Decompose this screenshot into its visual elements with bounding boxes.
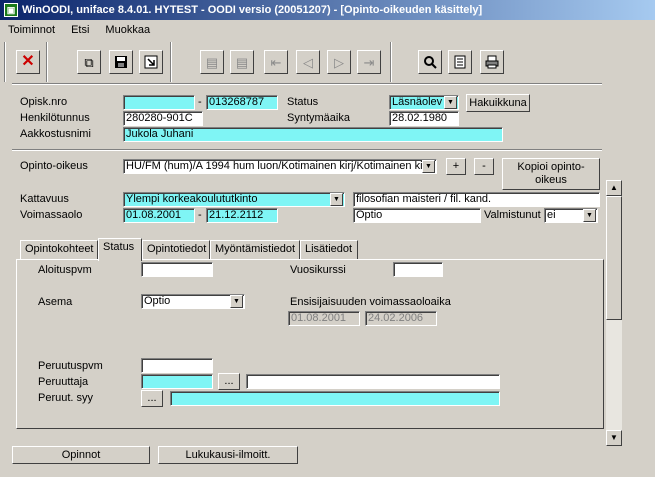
- voimassaolo-from-field[interactable]: 01.08.2001: [123, 208, 195, 223]
- print-icon[interactable]: [480, 50, 504, 74]
- remove-oikeus-button[interactable]: -: [474, 158, 494, 175]
- opisk-nro-separator: -: [198, 96, 202, 108]
- ensisijaisuus-from-field: 01.08.2001: [288, 311, 360, 326]
- divider: [12, 83, 602, 85]
- valmistunut-label: Valmistunut: [484, 209, 541, 221]
- divider: [12, 149, 602, 151]
- tab-opintotiedot[interactable]: Opintotiedot: [142, 240, 210, 260]
- vuosikurssi-field[interactable]: [393, 262, 443, 277]
- tab-lisatiedot[interactable]: Lisätiedot: [300, 240, 358, 260]
- peruuttaja-field[interactable]: [141, 374, 213, 389]
- vuosikurssi-label: Vuosikurssi: [290, 264, 346, 276]
- peruuttaja-name-field: [246, 374, 500, 389]
- chevron-down-icon[interactable]: ▼: [230, 295, 243, 308]
- add-oikeus-button[interactable]: +: [446, 158, 466, 175]
- search-icon[interactable]: [418, 50, 442, 74]
- last-icon[interactable]: ⇥: [357, 50, 381, 74]
- toolbar-separator: [170, 42, 172, 82]
- title-bar: ▣ WinOODI, uniface 8.4.01. HYTEST - OODI…: [0, 0, 655, 20]
- ensisijaisuus-to-field: 24.02.2006: [365, 311, 437, 326]
- exit-icon[interactable]: [139, 50, 163, 74]
- window-title: WinOODI, uniface 8.4.01. HYTEST - OODI v…: [22, 4, 483, 16]
- voimassaolo-label: Voimassaolo: [20, 209, 83, 221]
- add-icon[interactable]: ▤: [200, 50, 224, 74]
- tab-status[interactable]: Status: [98, 238, 142, 261]
- asema-label: Asema: [38, 296, 73, 308]
- first-icon[interactable]: ⇤: [264, 50, 288, 74]
- peruutuspvm-field[interactable]: [141, 358, 213, 373]
- status-value: Läsnäolev: [392, 96, 443, 108]
- scroll-down-icon[interactable]: ▼: [606, 430, 622, 446]
- aakkostusnimi-field[interactable]: Jukola Juhani: [123, 127, 503, 142]
- opisk-nro-field-2[interactable]: 013268787: [206, 95, 278, 110]
- app-icon: ▣: [4, 3, 18, 17]
- chevron-down-icon[interactable]: ▼: [583, 209, 596, 222]
- peruut-syy-lookup-button[interactable]: ...: [141, 390, 163, 407]
- document-icon[interactable]: [448, 50, 472, 74]
- opisk-nro-field[interactable]: [123, 95, 195, 110]
- peruut-syy-label: Peruut. syy: [38, 392, 94, 404]
- tab-opintokohteet[interactable]: Opintokohteet: [20, 240, 98, 260]
- chevron-down-icon[interactable]: ▼: [444, 96, 457, 109]
- opinto-oikeus-value: HU/FM (hum)/A 1994 hum luon/Kotimainen k…: [126, 160, 429, 172]
- copy-icon[interactable]: ⧉: [77, 50, 101, 74]
- toolbar-separator: [46, 42, 48, 82]
- save-icon[interactable]: [109, 50, 133, 74]
- valmistunut-value: ei: [547, 209, 556, 221]
- status-label: Status: [287, 96, 319, 108]
- aloituspvm-label: Aloituspvm: [38, 264, 92, 276]
- asema-value: Optio: [144, 295, 171, 307]
- chevron-down-icon[interactable]: ▼: [330, 193, 343, 206]
- kopioi-opinto-oikeus-button[interactable]: Kopioi opinto-oikeus: [502, 158, 600, 190]
- prev-icon[interactable]: ◁: [296, 50, 320, 74]
- peruutuspvm-label: Peruutuspvm: [38, 360, 103, 372]
- opinto-oikeus-label: Opinto-oikeus: [20, 160, 88, 172]
- syntymaaika-label: Syntymäaika: [287, 112, 350, 124]
- tab-myontamistiedot[interactable]: Myöntämistiedot: [210, 240, 300, 260]
- vertical-scrollbar[interactable]: ▲ ▼: [606, 180, 622, 446]
- aloituspvm-field[interactable]: [141, 262, 213, 277]
- toolbar-separator: [4, 42, 6, 82]
- aakkostusnimi-label: Aakkostusnimi: [20, 128, 91, 140]
- toolbar-separator: [390, 42, 392, 82]
- opinnot-button[interactable]: Opinnot: [12, 446, 150, 464]
- kattavuus-value: Ylempi korkeakoulututkinto: [126, 193, 258, 205]
- ensisijaisuus-label: Ensisijaisuuden voimassaoloaika: [290, 296, 451, 308]
- henkilotunnus-label: Henkilötunnus: [20, 112, 90, 124]
- menu-etsi[interactable]: Etsi: [63, 24, 97, 36]
- menu-bar: Toiminnot Etsi Muokkaa: [0, 20, 655, 40]
- voimassaolo-to-field[interactable]: 21.12.2112: [206, 208, 278, 223]
- menu-muokkaa[interactable]: Muokkaa: [97, 24, 158, 36]
- kattavuus-select[interactable]: Ylempi korkeakoulututkinto: [123, 192, 345, 207]
- syntymaaika-field[interactable]: 28.02.1980: [389, 111, 459, 126]
- delete-icon[interactable]: ▤: [230, 50, 254, 74]
- close-icon[interactable]: ✕: [16, 50, 40, 74]
- hakuikkuna-button[interactable]: Hakuikkuna: [466, 94, 530, 112]
- scroll-up-icon[interactable]: ▲: [606, 180, 622, 196]
- menu-toiminnot[interactable]: Toiminnot: [0, 24, 63, 36]
- toolbar: ✕ ⧉ ▤ ▤ ⇤ ◁ ▷ ⇥: [0, 40, 655, 82]
- chevron-down-icon[interactable]: ▼: [422, 160, 435, 173]
- next-icon[interactable]: ▷: [327, 50, 351, 74]
- peruut-syy-field[interactable]: [170, 391, 500, 406]
- kattavuus-label: Kattavuus: [20, 193, 69, 205]
- henkilotunnus-field[interactable]: 280280-901C: [123, 111, 203, 126]
- voimassaolo-separator: -: [198, 209, 202, 221]
- lukukausi-ilmoitt-button[interactable]: Lukukausi-ilmoitt.: [158, 446, 298, 464]
- kattavuus-text: filosofian maisteri / fil. kand.: [353, 192, 600, 207]
- opisk-nro-label: Opisk.nro: [20, 96, 68, 108]
- scroll-thumb[interactable]: [606, 196, 622, 320]
- opinto-oikeus-select[interactable]: HU/FM (hum)/A 1994 hum luon/Kotimainen k…: [123, 159, 437, 174]
- voimassaolo-status-field: Optio: [353, 208, 481, 223]
- peruuttaja-lookup-button[interactable]: ...: [218, 373, 240, 390]
- peruuttaja-label: Peruuttaja: [38, 376, 89, 388]
